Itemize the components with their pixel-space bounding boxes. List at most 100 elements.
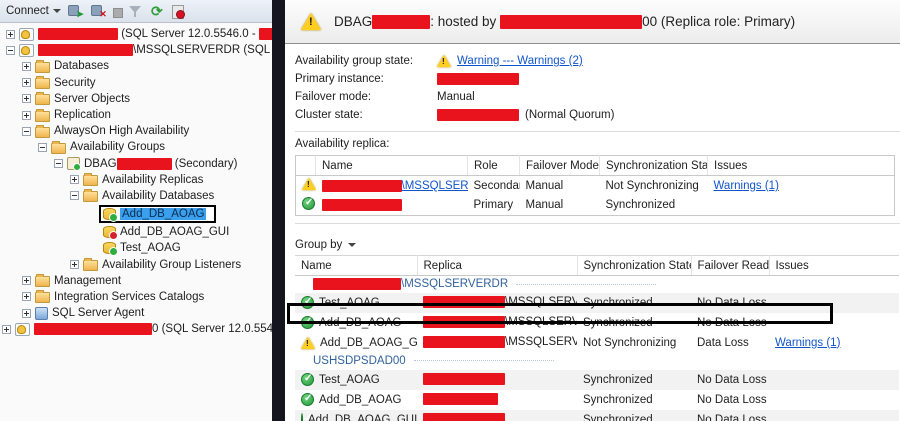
db-row-add-db-aoag-dr[interactable]: Add_DB_AOAG \MSSQLSERVERDR Synchronized … (295, 313, 899, 333)
database-notsynced-icon (103, 226, 118, 241)
db-row-add-db-aoag[interactable]: Add_DB_AOAG Synchronized No Data Loss (295, 390, 899, 410)
tree-node-databases[interactable]: Databases (0, 58, 272, 74)
collapse-icon[interactable] (22, 126, 31, 136)
warning-icon (302, 178, 316, 191)
group-rule (413, 360, 554, 362)
redaction (38, 28, 118, 41)
status-column-header[interactable] (295, 155, 316, 176)
error-log-icon[interactable] (171, 4, 185, 19)
tree-node-server-objects[interactable]: Server Objects (0, 91, 272, 107)
tree-node-replication[interactable]: Replication (0, 107, 272, 123)
connect-button[interactable]: Connect (6, 5, 61, 17)
issues-column-header[interactable]: Issues (707, 155, 895, 176)
tree-node-server-3[interactable]: 0 (SQL Server 12.0.5546.0 - ENT\s (0, 321, 272, 337)
replica-section: Availability replica: Name Role Failover… (295, 131, 900, 216)
group-header-replica-dr[interactable]: \MSSQLSERVERDR (295, 276, 899, 293)
databases-table-header: Name Replica Synchronization State Failo… (295, 255, 899, 276)
tree-node-security[interactable]: Security (0, 75, 272, 91)
tree-node-dbag-group[interactable]: DBAG (Secondary) (0, 156, 272, 172)
readiness-column-header[interactable]: Failover Readi... (691, 255, 770, 276)
warnings-link[interactable]: Warnings (1) (775, 337, 840, 349)
name-column-header[interactable]: Name (295, 255, 418, 276)
disconnect-icon[interactable]: ✕ (90, 3, 107, 19)
name-column-header[interactable]: Name (315, 155, 468, 176)
panel-divider[interactable] (272, 0, 285, 421)
chevron-down-icon (52, 9, 61, 13)
expander-icon[interactable] (22, 78, 31, 88)
sync-column-header[interactable]: Synchronization State (577, 255, 692, 276)
db-row-test-aoag[interactable]: Test_AOAG Synchronized No Data Loss (295, 369, 899, 390)
sync-column-header[interactable]: Synchronization State (599, 155, 708, 176)
ag-dashboard-panel: DBAG: hosted by 00 (Replica role: Primar… (285, 0, 900, 421)
folder-icon (35, 76, 50, 90)
replica-name-link[interactable]: \MSSQLSERVERDR (402, 180, 468, 192)
tree-node-management[interactable]: Management (0, 273, 272, 289)
redaction (437, 73, 519, 85)
warnings-link[interactable]: Warnings (1) (714, 180, 779, 192)
folder-icon (83, 173, 98, 187)
expander-icon[interactable] (22, 94, 31, 104)
redaction (423, 393, 498, 406)
ag-state-row: Availability group state: Warning --- Wa… (295, 52, 900, 70)
chevron-down-icon (348, 243, 357, 247)
expander-icon[interactable] (22, 276, 31, 286)
ok-icon (301, 393, 314, 406)
group-header-primary-server[interactable]: USHSDPSDAD00 (295, 353, 899, 370)
tree-node-availability-replicas[interactable]: Availability Replicas (0, 172, 272, 188)
redaction (321, 179, 402, 192)
role-column-header[interactable]: Role (467, 155, 520, 176)
tree-node-sql-agent[interactable]: SQL Server Agent (0, 305, 272, 321)
tree-node-test-aoag[interactable]: Test_AOAG (0, 240, 272, 257)
ag-state-label: Availability group state: (295, 55, 414, 67)
group-by-button[interactable]: Group by (295, 239, 900, 251)
stop-icon[interactable] (112, 7, 123, 18)
collapse-icon[interactable] (54, 159, 63, 169)
tree-node-alwayson[interactable]: AlwaysOn High Availability (0, 123, 272, 139)
object-explorer-panel: Connect ➤ ✕ ⟳ (SQL Server 12.0.5546.0 - … (0, 0, 272, 421)
tree-node-ag-listeners[interactable]: Availability Group Listeners (0, 256, 272, 272)
group-rule (516, 283, 657, 285)
expander-icon[interactable] (22, 292, 31, 302)
folder-icon (83, 189, 98, 203)
collapse-icon[interactable] (6, 45, 15, 55)
replica-row-primary[interactable]: Primary Manual Synchronized (296, 196, 895, 216)
replica-column-header[interactable]: Replica (417, 255, 578, 276)
tree-node-add-db-aoag-gui[interactable]: Add_DB_AOAG_GUI (0, 224, 272, 241)
warning-icon (437, 55, 451, 67)
tree-node-server-1[interactable]: (SQL Server 12.0.5546.0 - (0, 26, 272, 42)
sql-agent-icon (35, 306, 48, 320)
collapse-icon[interactable] (38, 142, 47, 152)
db-row-add-db-aoag-gui-dr[interactable]: Add_DB_AOAG_GUI \MSSQLSERVERDR Not Synch… (295, 333, 899, 353)
collapse-icon[interactable] (70, 191, 79, 201)
expander-icon[interactable] (6, 29, 15, 39)
failover-column-header[interactable]: Failover Mode (519, 155, 600, 176)
connect-object-icon[interactable]: ➤ (67, 3, 84, 19)
expander-icon[interactable] (22, 110, 31, 120)
folder-icon (35, 92, 50, 106)
expander-icon[interactable] (70, 175, 79, 185)
expander-icon[interactable] (2, 324, 11, 334)
expander-icon[interactable] (22, 308, 31, 318)
failover-mode-row: Failover mode: Manual (295, 88, 900, 106)
expander-icon[interactable] (22, 61, 31, 71)
redaction (423, 373, 505, 386)
redaction (258, 28, 272, 41)
refresh-icon[interactable]: ⟳ (149, 3, 165, 19)
warnings-link[interactable]: Warning --- Warnings (2) (457, 55, 583, 67)
annotation-box: Add_DB_AOAG (99, 205, 217, 224)
ok-icon (301, 373, 314, 386)
tree-node-availability-groups[interactable]: Availability Groups (0, 139, 272, 155)
replica-row-secondary[interactable]: \MSSQLSERVERDR Secondary Manual Not Sync… (296, 176, 895, 196)
db-row-test-aoag-dr[interactable]: Test_AOAG \MSSQLSERVERDR Synchronized No… (295, 292, 899, 313)
issues-column-header[interactable]: Issues (769, 255, 899, 276)
expander-icon[interactable] (70, 260, 79, 270)
tree-node-add-db-aoag[interactable]: Add_DB_AOAG (0, 204, 272, 224)
tree-node-availability-databases[interactable]: Availability Databases (0, 188, 272, 204)
filter-icon[interactable] (128, 4, 143, 19)
availability-group-icon (67, 157, 81, 172)
tree-node-integration-services[interactable]: Integration Services Catalogs (0, 289, 272, 305)
db-row-add-db-aoag-gui[interactable]: Add_DB_AOAG_GUI Synchronized No Data Los… (295, 409, 899, 421)
tree-node-server-dr[interactable]: \MSSQLSERVERDR (SQL Server 12.0. (0, 42, 272, 58)
redaction (437, 109, 519, 121)
folder-icon (51, 140, 66, 154)
